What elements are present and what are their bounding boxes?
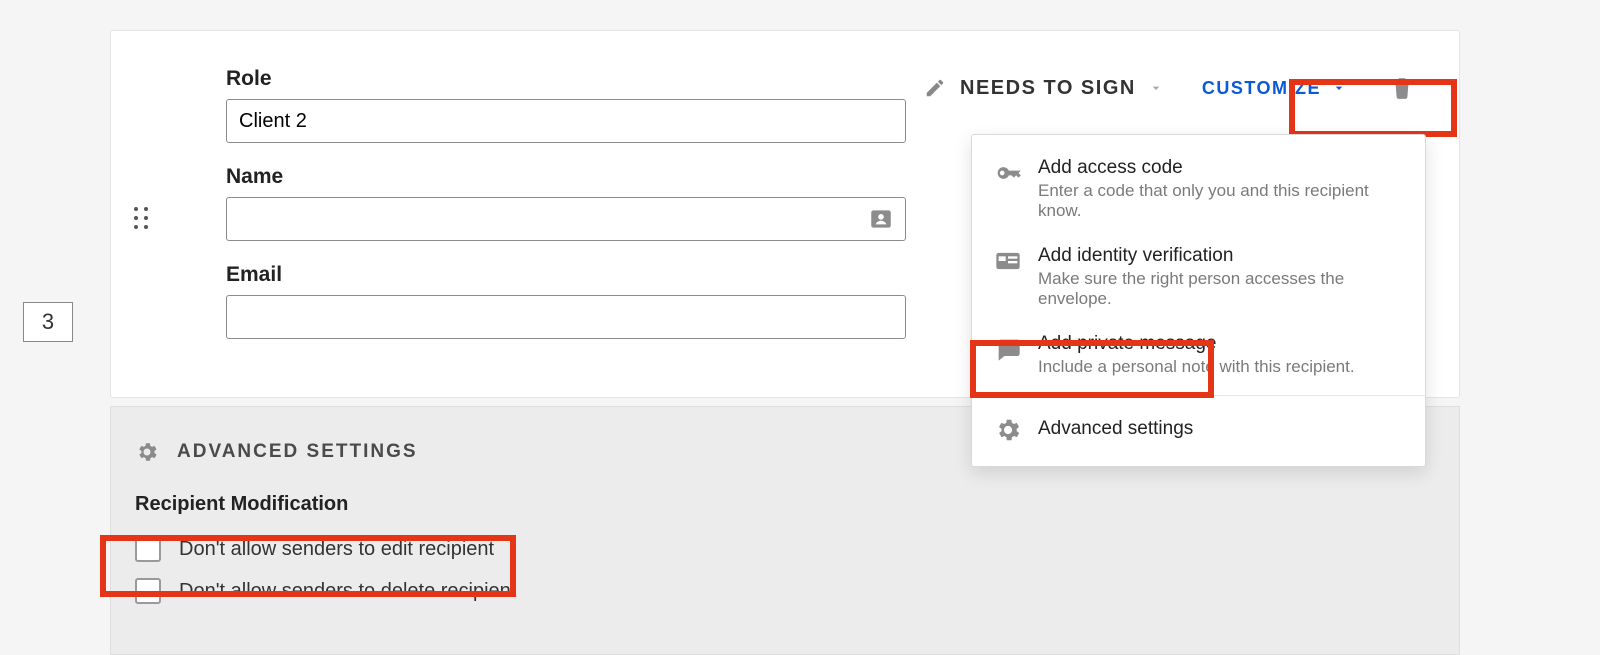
- recipient-card: Role Name Email NEEDS TO SIGN: [110, 30, 1460, 398]
- caret-down-icon: [1331, 80, 1347, 96]
- drag-handle-icon[interactable]: [133, 206, 149, 230]
- menu-add-private-message[interactable]: Add private message Include a personal n…: [972, 321, 1425, 389]
- message-icon: [994, 335, 1022, 363]
- menu-sub: Make sure the right person accesses the …: [1038, 269, 1403, 309]
- checkbox-no-delete-label: Don't allow senders to delete recipient: [179, 580, 516, 603]
- menu-title: Add identity verification: [1038, 245, 1403, 267]
- option-no-edit-row: Don't allow senders to edit recipient: [135, 528, 1419, 570]
- name-input[interactable]: [226, 197, 906, 241]
- customize-dropdown: Add access code Enter a code that only y…: [971, 134, 1426, 467]
- gear-icon: [994, 416, 1022, 444]
- menu-add-access-code[interactable]: Add access code Enter a code that only y…: [972, 145, 1425, 233]
- checkbox-no-edit[interactable]: [135, 536, 161, 562]
- customize-label: CUSTOMIZE: [1202, 78, 1321, 99]
- menu-advanced-settings[interactable]: Advanced settings: [972, 402, 1425, 456]
- role-input[interactable]: [226, 99, 906, 143]
- key-icon: [994, 159, 1022, 187]
- recipient-modification-heading: Recipient Modification: [135, 493, 1419, 516]
- sequence-number: 3: [42, 309, 54, 335]
- advanced-settings-title: ADVANCED SETTINGS: [177, 441, 418, 463]
- option-no-delete-row: Don't allow senders to delete recipient: [135, 570, 1419, 612]
- menu-separator: [972, 395, 1425, 396]
- needs-to-sign-dropdown[interactable]: NEEDS TO SIGN: [924, 77, 1164, 100]
- delete-recipient-button[interactable]: [1385, 71, 1419, 105]
- menu-sub: Enter a code that only you and this reci…: [1038, 181, 1403, 221]
- recipient-top-controls: NEEDS TO SIGN CUSTOMIZE: [924, 71, 1419, 105]
- customize-button[interactable]: CUSTOMIZE: [1196, 74, 1353, 103]
- id-card-icon: [994, 247, 1022, 275]
- checkbox-no-delete[interactable]: [135, 578, 161, 604]
- caret-down-icon: [1148, 80, 1164, 96]
- pencil-icon: [924, 77, 946, 99]
- menu-sub: Include a personal note with this recipi…: [1038, 357, 1403, 377]
- sequence-number-badge: 3: [23, 302, 73, 342]
- checkbox-no-edit-label: Don't allow senders to edit recipient: [179, 538, 494, 561]
- contact-picker-icon[interactable]: [868, 206, 894, 232]
- needs-to-sign-label: NEEDS TO SIGN: [960, 77, 1136, 100]
- menu-title: Add access code: [1038, 157, 1403, 179]
- menu-title: Advanced settings: [1038, 418, 1403, 440]
- email-input[interactable]: [226, 295, 906, 339]
- menu-add-identity-verification[interactable]: Add identity verification Make sure the …: [972, 233, 1425, 321]
- menu-title: Add private message: [1038, 333, 1403, 355]
- gear-icon: [135, 440, 159, 464]
